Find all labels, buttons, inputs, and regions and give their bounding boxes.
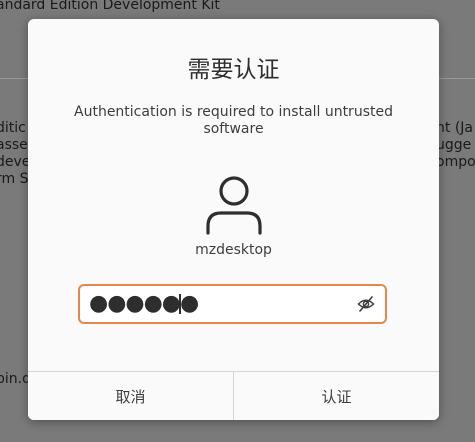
dialog-message: Authentication is required to install un…	[74, 104, 393, 137]
authentication-dialog: 需要认证 Authentication is required to insta…	[28, 19, 439, 420]
authenticate-button[interactable]: 认证	[233, 372, 439, 420]
cancel-button[interactable]: 取消	[28, 372, 233, 420]
background-left-line: asse	[0, 137, 28, 153]
background-right-line: nt (Ja	[436, 120, 473, 136]
password-field[interactable]: ●●●●●●	[78, 284, 387, 324]
background-bottom-line: bin.d	[0, 371, 31, 387]
text-caret	[179, 294, 181, 314]
background-window-title: andard Edition Development Kit	[0, 0, 220, 13]
dialog-button-bar: 取消 认证	[28, 371, 439, 420]
background-left-column: ditic asse deve rm S	[0, 120, 30, 188]
password-masked-value: ●●●●●●	[89, 291, 199, 316]
background-left-line: ditic	[0, 120, 26, 136]
background-left-line: rm S	[0, 171, 29, 187]
background-left-line: deve	[0, 154, 31, 170]
background-right-column: nt (Ja ugge ompo	[436, 120, 475, 171]
user-icon	[203, 174, 265, 236]
username-label: mzdesktop	[195, 242, 272, 258]
dialog-title: 需要认证	[187, 57, 280, 83]
background-right-line: ompo	[436, 154, 475, 170]
eye-slash-icon[interactable]	[357, 295, 375, 313]
background-right-line: ugge	[436, 137, 472, 153]
